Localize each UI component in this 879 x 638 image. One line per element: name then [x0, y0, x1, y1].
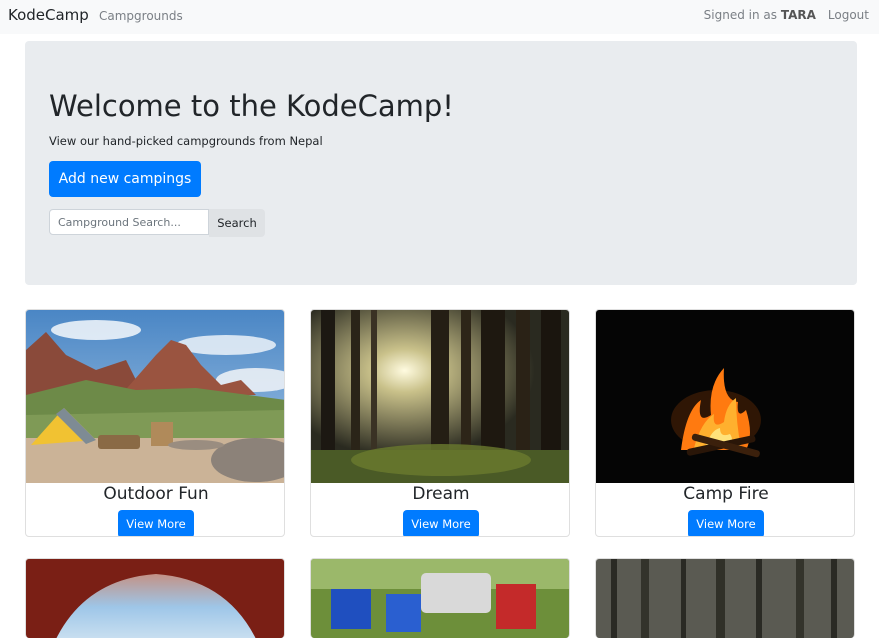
campground-image[interactable]	[26, 310, 284, 483]
campground-card: Dream View More	[310, 309, 570, 537]
nav-campgrounds-link[interactable]: Campgrounds	[99, 9, 183, 23]
campground-card	[595, 558, 855, 638]
view-more-button[interactable]: View More	[403, 510, 479, 536]
nav-right: Signed in as TARA Logout	[704, 8, 869, 22]
campground-card	[25, 558, 285, 638]
signed-in-status[interactable]: Signed in as TARA	[704, 8, 816, 22]
hero-jumbotron: Welcome to the KodeCamp! View our hand-p…	[25, 41, 857, 285]
campground-name: Dream	[412, 484, 470, 504]
view-more-button[interactable]: View More	[118, 510, 194, 536]
view-more-button[interactable]: View More	[688, 510, 764, 536]
search-button[interactable]: Search	[209, 209, 265, 237]
campground-image[interactable]	[311, 559, 569, 638]
username: TARA	[780, 8, 816, 22]
signed-in-prefix: Signed in as	[703, 8, 777, 22]
campground-image[interactable]	[26, 559, 284, 638]
campground-image[interactable]	[596, 559, 854, 638]
brand-logo[interactable]: KodeCamp	[8, 6, 89, 24]
campground-name: Outdoor Fun	[103, 484, 209, 504]
campground-card: Camp Fire View More	[595, 309, 855, 537]
campground-image[interactable]	[596, 310, 854, 483]
campground-card: Outdoor Fun View More	[25, 309, 285, 537]
navbar: KodeCamp Campgrounds Signed in as TARA L…	[0, 0, 879, 34]
campground-name: Camp Fire	[683, 484, 769, 504]
page-title: Welcome to the KodeCamp!	[49, 89, 454, 123]
campground-search-input[interactable]	[49, 209, 209, 235]
campground-image[interactable]	[311, 310, 569, 483]
add-campground-button[interactable]: Add new campings	[49, 161, 201, 197]
campground-card	[310, 558, 570, 638]
hero-subtitle: View our hand-picked campgrounds from Ne…	[49, 134, 323, 148]
logout-link[interactable]: Logout	[828, 8, 869, 22]
